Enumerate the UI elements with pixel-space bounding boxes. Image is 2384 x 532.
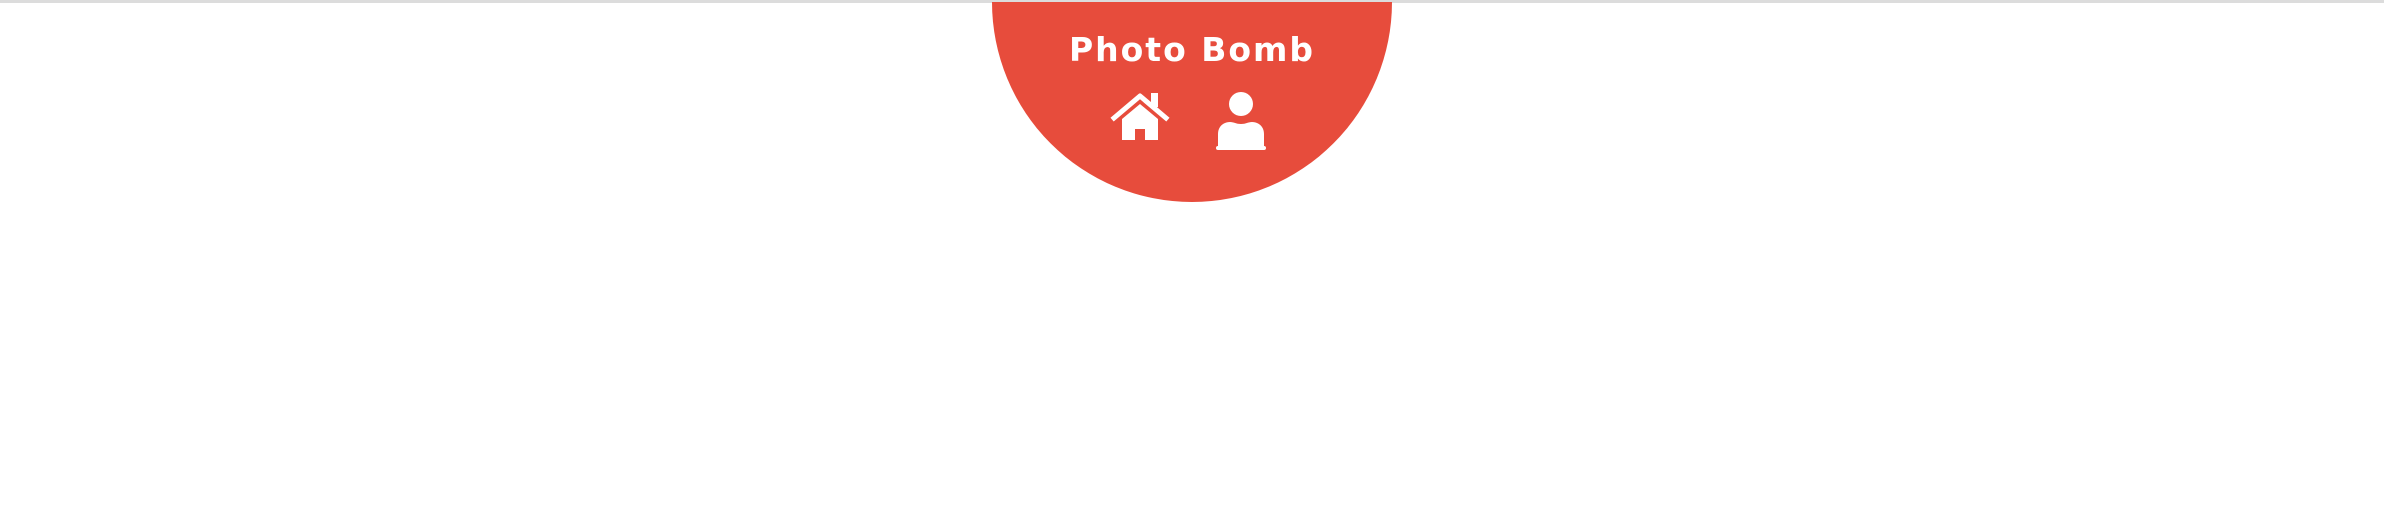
app-title: Photo Bomb <box>1068 30 1316 69</box>
home-icon <box>1110 93 1170 140</box>
user-link[interactable] <box>1216 90 1266 150</box>
header-badge: Photo Bomb <box>992 2 1392 202</box>
user-icon <box>1216 92 1266 150</box>
home-link[interactable] <box>1110 92 1170 148</box>
